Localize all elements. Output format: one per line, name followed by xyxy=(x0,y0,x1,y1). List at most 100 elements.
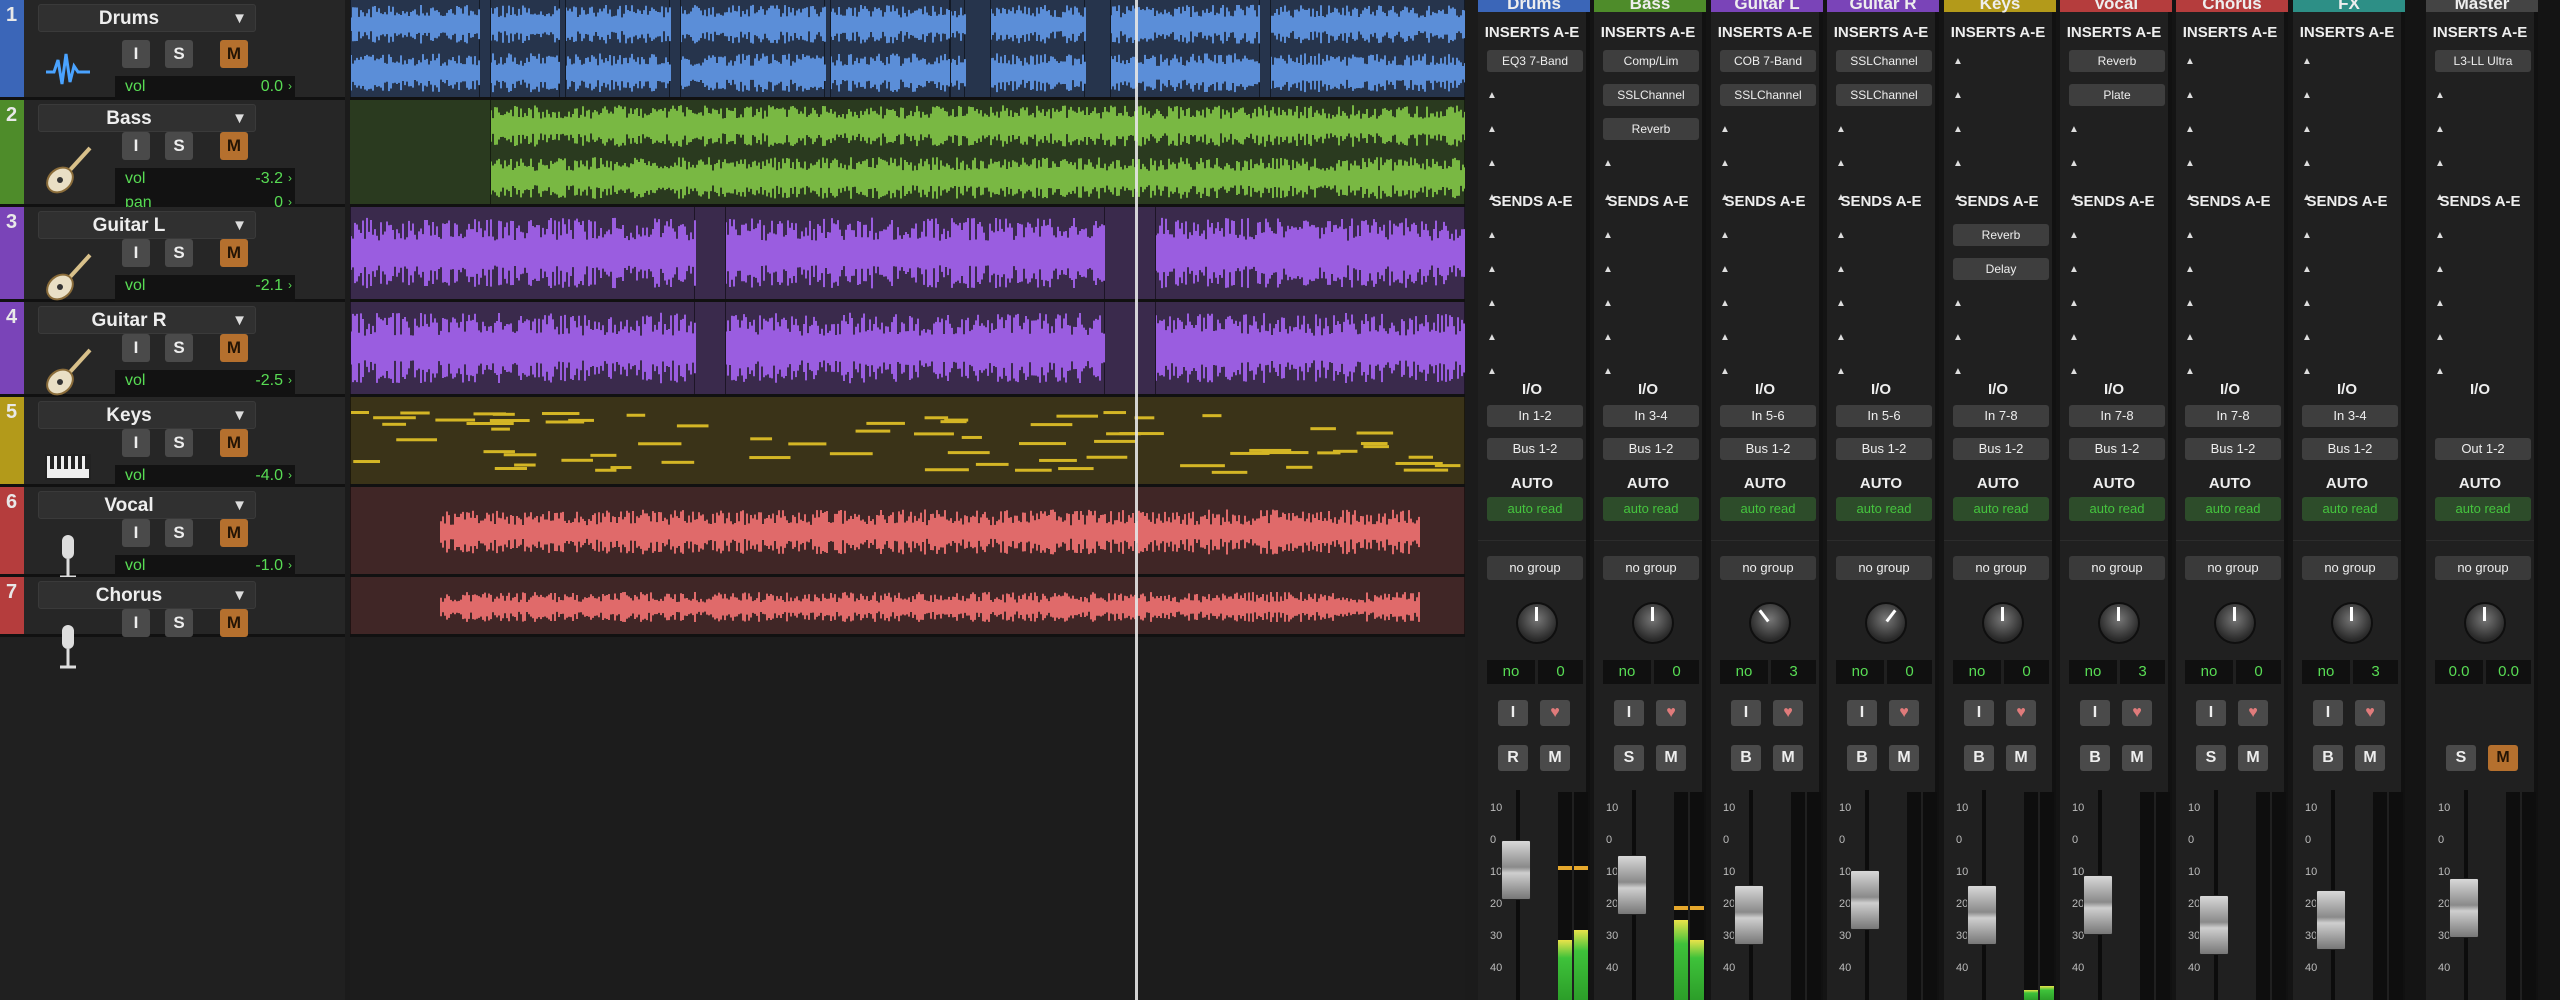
empty-send-slot[interactable]: ▲ xyxy=(2185,298,2195,309)
input-selector[interactable]: In 3-4 xyxy=(1603,405,1699,427)
empty-send-slot[interactable]: ▲ xyxy=(1487,298,1497,309)
group-selector[interactable]: no group xyxy=(2435,556,2531,580)
volume-readout[interactable]: no xyxy=(1720,660,1768,684)
read-button[interactable]: B xyxy=(2080,745,2110,771)
group-selector[interactable]: no group xyxy=(1836,556,1932,580)
track-header-drums[interactable]: 1Drums▼ISMvol0.0›pan0› xyxy=(0,0,345,126)
track-name-field[interactable]: Bass ▼ xyxy=(38,104,256,132)
empty-insert-slot[interactable]: ▲ xyxy=(2302,124,2312,135)
track-input-button[interactable]: I xyxy=(122,429,150,457)
automation-mode[interactable]: auto read xyxy=(2069,497,2165,521)
empty-insert-slot[interactable]: ▲ xyxy=(2435,90,2445,101)
track-menu-arrow[interactable]: ▼ xyxy=(232,217,247,234)
empty-send-slot[interactable]: ▲ xyxy=(1603,366,1613,377)
audio-clip[interactable] xyxy=(1155,207,1465,299)
audio-clip[interactable] xyxy=(990,0,1086,97)
pan-knob[interactable] xyxy=(1865,602,1907,644)
empty-insert-slot[interactable]: ▲ xyxy=(2069,124,2079,135)
track-solo-button[interactable]: S xyxy=(165,519,193,547)
empty-send-slot[interactable]: ▲ xyxy=(1953,298,1963,309)
read-button[interactable]: S xyxy=(2196,745,2226,771)
send-slot[interactable]: Delay xyxy=(1953,258,2049,280)
input-monitor-button[interactable]: I xyxy=(1498,700,1528,726)
volume-fader[interactable] xyxy=(1734,885,1764,945)
pan-knob[interactable] xyxy=(1982,602,2024,644)
automation-mode[interactable]: auto read xyxy=(1720,497,1816,521)
pan-knob[interactable] xyxy=(1632,602,1674,644)
output-selector[interactable]: Bus 1-2 xyxy=(2302,438,2398,460)
empty-send-slot[interactable]: ▲ xyxy=(2069,230,2079,241)
empty-send-slot[interactable]: ▲ xyxy=(1487,230,1497,241)
track-solo-button[interactable]: S xyxy=(165,334,193,362)
automation-mode[interactable]: auto read xyxy=(1836,497,1932,521)
empty-insert-slot[interactable]: ▲ xyxy=(2185,90,2195,101)
mute-button[interactable]: M xyxy=(1656,745,1686,771)
vol-value[interactable]: -1.0 xyxy=(255,557,283,575)
volume-fader[interactable] xyxy=(2083,875,2113,935)
mute-button[interactable]: M xyxy=(1889,745,1919,771)
empty-insert-slot[interactable]: ▲ xyxy=(2302,90,2312,101)
automation-mode[interactable]: auto read xyxy=(1487,497,1583,521)
empty-send-slot[interactable]: ▲ xyxy=(2302,366,2312,377)
mute-button[interactable]: M xyxy=(2355,745,2385,771)
volume-fader[interactable] xyxy=(2316,890,2346,950)
pan-readout[interactable]: 3 xyxy=(2353,660,2398,684)
volume-fader[interactable] xyxy=(1967,885,1997,945)
track-header-vocal[interactable]: 6Vocal▼ISMvol-1.0›pan0› xyxy=(0,487,345,605)
group-selector[interactable]: no group xyxy=(2302,556,2398,580)
empty-send-slot[interactable]: ▲ xyxy=(1603,332,1613,343)
insert-slot[interactable]: COB 7-Band xyxy=(1720,50,1816,72)
insert-slot[interactable]: Comp/Lim xyxy=(1603,50,1699,72)
audio-clip[interactable] xyxy=(350,207,696,299)
timeline-lane-7[interactable] xyxy=(350,577,1465,637)
audio-clip[interactable] xyxy=(1110,0,1260,97)
listen-button[interactable]: ♥ xyxy=(1540,700,1570,726)
audio-clip[interactable] xyxy=(490,100,1465,204)
mute-button[interactable]: M xyxy=(1540,745,1570,771)
empty-send-slot[interactable]: ▲ xyxy=(2435,298,2445,309)
vol-value[interactable]: -2.5 xyxy=(255,372,283,390)
empty-send-slot[interactable]: ▲ xyxy=(1603,230,1613,241)
solo-button[interactable]: S xyxy=(2446,745,2476,771)
track-mute-button[interactable]: M xyxy=(220,334,248,362)
volume-readout[interactable]: no xyxy=(1836,660,1884,684)
input-selector[interactable]: In 7-8 xyxy=(1953,405,2049,427)
vol-value[interactable]: -2.1 xyxy=(255,277,283,295)
audio-clip[interactable] xyxy=(1270,0,1465,97)
empty-insert-slot[interactable]: ▲ xyxy=(2302,158,2312,169)
empty-send-slot[interactable]: ▲ xyxy=(1487,264,1497,275)
input-selector[interactable]: In 5-6 xyxy=(1720,405,1816,427)
input-monitor-button[interactable]: I xyxy=(2196,700,2226,726)
vol-value[interactable]: -3.2 xyxy=(255,170,283,188)
empty-send-slot[interactable]: ▲ xyxy=(1720,230,1730,241)
automation-mode[interactable]: auto read xyxy=(2435,497,2531,521)
track-header-bass[interactable]: 2 Bass ▼ I S Mvol -3.2 › pan 0 › xyxy=(0,100,345,218)
pan-readout[interactable]: 0 xyxy=(1654,660,1699,684)
pan-knob[interactable] xyxy=(1516,602,1558,644)
read-button[interactable]: B xyxy=(1847,745,1877,771)
track-header-guitar-r[interactable]: 4Guitar R▼ISMvol-2.5›pan15› xyxy=(0,302,345,420)
input-monitor-button[interactable]: I xyxy=(2313,700,2343,726)
track-input-button[interactable]: I xyxy=(122,334,150,362)
volume-readout[interactable]: no xyxy=(2069,660,2117,684)
empty-send-slot[interactable]: ▲ xyxy=(2435,264,2445,275)
read-button[interactable]: R xyxy=(1498,745,1528,771)
track-solo-button[interactable]: S xyxy=(165,429,193,457)
pan-readout[interactable]: 0 xyxy=(2236,660,2281,684)
empty-insert-slot[interactable]: ▲ xyxy=(1953,158,1963,169)
output-selector[interactable]: Bus 1-2 xyxy=(2069,438,2165,460)
midi-clip[interactable] xyxy=(350,397,1465,484)
mute-button[interactable]: M xyxy=(2238,745,2268,771)
listen-button[interactable]: ♥ xyxy=(1773,700,1803,726)
empty-send-slot[interactable]: ▲ xyxy=(2185,332,2195,343)
group-selector[interactable]: no group xyxy=(1953,556,2049,580)
pan-knob[interactable] xyxy=(2464,602,2506,644)
output-selector[interactable]: Bus 1-2 xyxy=(1720,438,1816,460)
listen-button[interactable]: ♥ xyxy=(2006,700,2036,726)
empty-insert-slot[interactable]: ▲ xyxy=(1720,158,1730,169)
output-selector[interactable]: Bus 1-2 xyxy=(1487,438,1583,460)
timeline-lane-3[interactable] xyxy=(350,207,1465,302)
track-name-field[interactable]: Keys ▼ xyxy=(38,401,256,429)
pan-readout[interactable]: 0.0 xyxy=(2486,660,2531,684)
track-header-guitar-l[interactable]: 3Guitar L▼ISMvol-2.1›pan-15› xyxy=(0,207,345,325)
